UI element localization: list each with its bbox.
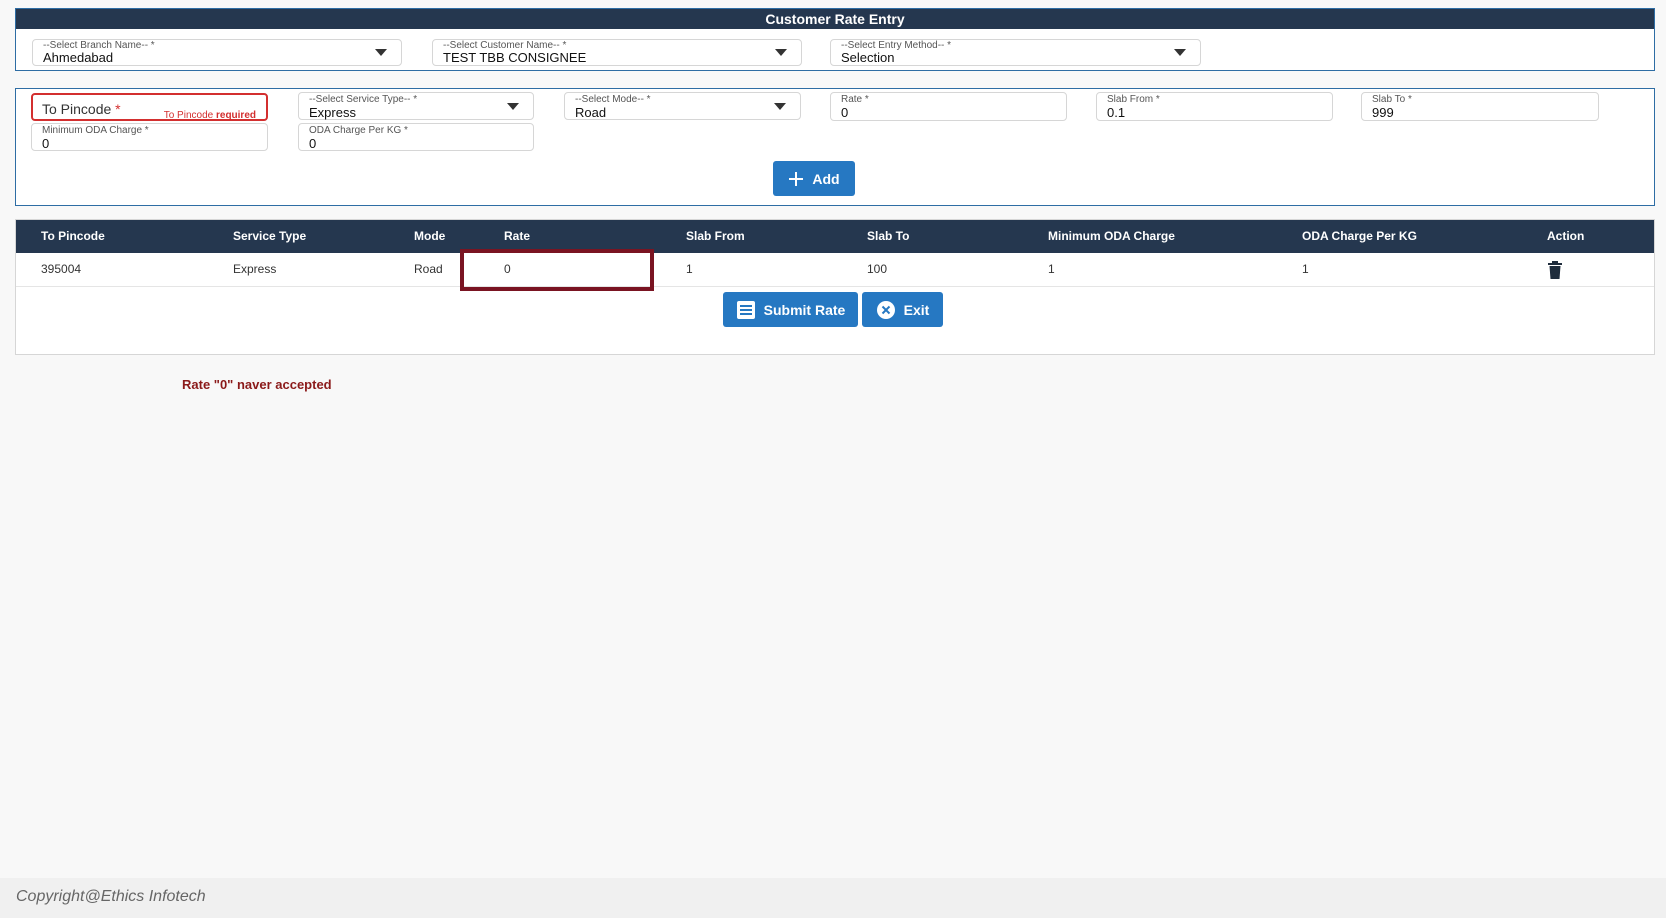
cell-mode: Road <box>414 262 443 276</box>
plus-icon <box>789 171 804 186</box>
to-pincode-placeholder: To Pincode <box>42 101 112 117</box>
chevron-down-icon <box>507 103 519 110</box>
mode-value: Road <box>575 105 607 120</box>
required-mark: * <box>115 101 121 117</box>
mode-label: --Select Mode-- * <box>575 94 651 105</box>
rate-entry-header-panel: Customer Rate Entry --Select Branch Name… <box>15 8 1655 71</box>
cell-slab-to: 100 <box>867 262 888 276</box>
to-pincode-error-required: required <box>215 110 256 121</box>
chevron-down-icon <box>1174 49 1186 56</box>
col-service-type: Service Type <box>233 229 307 243</box>
oda-charge-per-kg-value: 0 <box>309 136 317 151</box>
entry-method-select[interactable]: --Select Entry Method-- * Selection <box>830 39 1201 66</box>
slab-from-input[interactable]: Slab From * 0.1 <box>1096 92 1333 121</box>
submit-rate-label: Submit Rate <box>763 301 846 318</box>
to-pincode-input[interactable]: To Pincode * To Pincode required <box>31 93 268 121</box>
chevron-down-icon <box>774 103 786 110</box>
col-action: Action <box>1547 229 1585 243</box>
to-pincode-error-text: To Pincode <box>163 110 214 121</box>
rate-label: Rate * <box>841 94 869 105</box>
slab-to-input[interactable]: Slab To * 999 <box>1361 92 1599 121</box>
exit-button[interactable]: Exit <box>862 292 943 327</box>
service-type-value: Express <box>309 105 356 120</box>
rate-value: 0 <box>841 105 849 120</box>
oda-charge-per-kg-label: ODA Charge Per KG * <box>309 125 408 136</box>
entry-method-select-value: Selection <box>841 50 895 65</box>
oda-charge-per-kg-input[interactable]: ODA Charge Per KG * 0 <box>298 123 534 151</box>
mode-select[interactable]: --Select Mode-- * Road <box>564 92 801 120</box>
branch-select-value: Ahmedabad <box>43 50 114 65</box>
table-row: 395004 Express Road 0 1 100 1 1 <box>16 253 1654 287</box>
col-min-oda-charge: Minimum ODA Charge <box>1048 229 1175 243</box>
cell-oda-charge-per-kg: 1 <box>1302 262 1309 276</box>
slab-from-label: Slab From * <box>1107 94 1160 105</box>
customer-select[interactable]: --Select Customer Name-- * TEST TBB CONS… <box>432 39 802 66</box>
trash-icon[interactable] <box>1548 261 1562 279</box>
cell-slab-from: 1 <box>686 262 693 276</box>
exit-label: Exit <box>903 301 930 318</box>
min-oda-charge-value: 0 <box>42 136 50 151</box>
annotation-note: Rate "0" naver accepted <box>182 377 332 392</box>
rate-table-panel: To Pincode Service Type Mode Rate Slab F… <box>15 219 1655 355</box>
slab-from-value: 0.1 <box>1107 105 1126 120</box>
cell-min-oda-charge: 1 <box>1048 262 1055 276</box>
customer-select-value: TEST TBB CONSIGNEE <box>443 50 587 65</box>
footer: Copyright@Ethics Infotech <box>0 878 1666 918</box>
col-slab-to: Slab To <box>867 229 910 243</box>
table-header: To Pincode Service Type Mode Rate Slab F… <box>16 220 1654 253</box>
col-slab-from: Slab From <box>686 229 745 243</box>
branch-select[interactable]: --Select Branch Name-- * Ahmedabad <box>32 39 402 66</box>
chevron-down-icon <box>375 49 387 56</box>
col-to-pincode: To Pincode <box>41 229 105 243</box>
cell-to-pincode: 395004 <box>41 262 82 276</box>
min-oda-charge-input[interactable]: Minimum ODA Charge * 0 <box>31 123 268 151</box>
service-type-label: --Select Service Type-- * <box>309 94 418 105</box>
chevron-down-icon <box>775 49 787 56</box>
rate-cell-highlight <box>460 249 654 291</box>
add-button-label: Add <box>812 170 840 187</box>
page-title: Customer Rate Entry <box>16 9 1654 29</box>
copyright-text: Copyright@Ethics Infotech <box>16 888 206 905</box>
rate-form-panel: To Pincode * To Pincode required --Selec… <box>15 88 1655 206</box>
col-oda-charge-per-kg: ODA Charge Per KG <box>1302 229 1417 243</box>
submit-rate-button[interactable]: Submit Rate <box>723 292 858 327</box>
col-mode: Mode <box>414 229 446 243</box>
add-button[interactable]: Add <box>773 161 855 196</box>
cell-service-type: Express <box>233 262 277 276</box>
service-type-select[interactable]: --Select Service Type-- * Express <box>298 92 534 120</box>
slab-to-value: 999 <box>1372 105 1394 120</box>
rate-input[interactable]: Rate * 0 <box>830 92 1067 121</box>
list-icon <box>736 300 755 319</box>
close-circle-icon <box>876 300 895 319</box>
min-oda-charge-label: Minimum ODA Charge * <box>42 125 149 136</box>
slab-to-label: Slab To * <box>1372 94 1412 105</box>
